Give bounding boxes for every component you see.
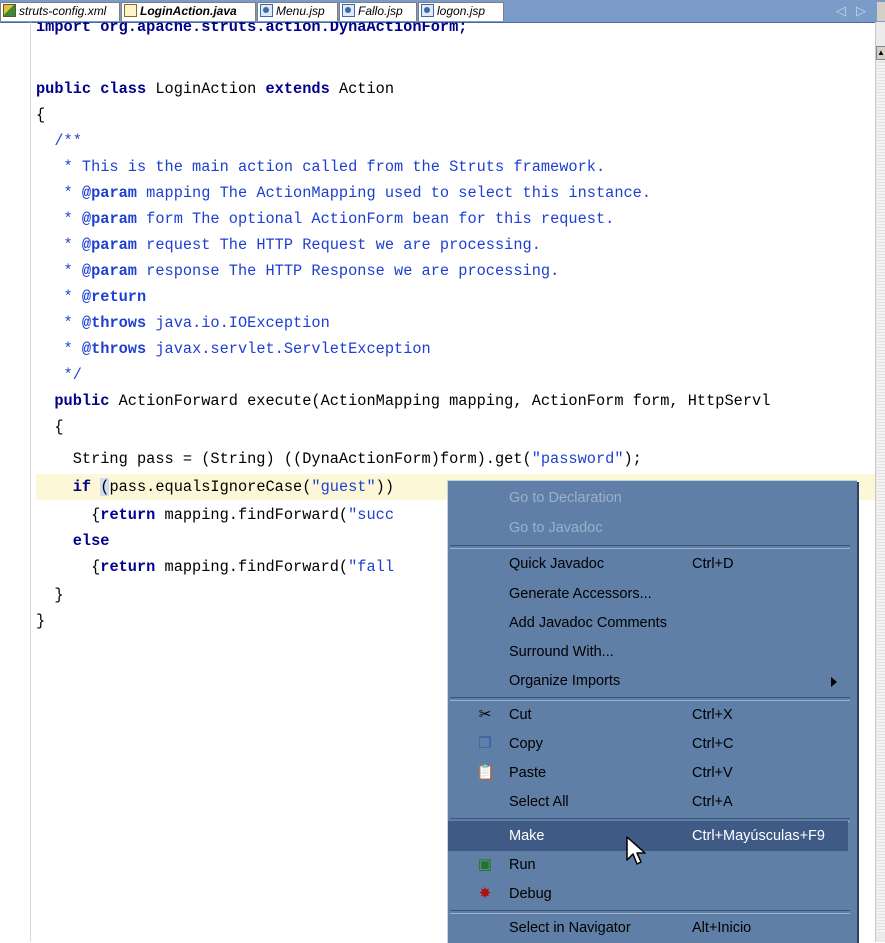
code-line: public ActionForward execute(ActionMappi… — [54, 392, 771, 410]
mouse-pointer-icon — [626, 836, 646, 865]
tab-label: Fallo.jsp — [358, 4, 403, 18]
scissors-icon: ✂ — [478, 706, 492, 723]
run-icon: ▣ — [477, 856, 493, 873]
tab-fallo[interactable]: Fallo.jsp — [339, 2, 417, 21]
submenu-arrow-icon — [831, 677, 837, 687]
code-line: } — [36, 586, 64, 604]
menu-item-go-to-javadoc[interactable]: Go to Javadoc — [448, 513, 848, 543]
scroll-tabs-right-icon[interactable]: ▷ — [856, 3, 866, 19]
code-line: } — [36, 612, 46, 630]
code-line: { — [36, 418, 64, 436]
code-line: * This is the main action called from th… — [36, 158, 606, 176]
menu-item-generate-accessors[interactable]: Generate Accessors... — [448, 579, 848, 609]
context-menu: Go to Declaration Go to Javadoc Quick Ja… — [447, 480, 857, 943]
code-line: import org.apache.struts.action.DynaActi… — [36, 22, 468, 36]
menu-item-quick-javadoc[interactable]: Quick Javadoc Ctrl+D — [448, 549, 848, 579]
jsp-file-icon — [342, 4, 355, 17]
scroll-tabs-left-icon[interactable]: ◁ — [836, 3, 846, 19]
tab-loginaction[interactable]: LoginAction.java — [121, 2, 256, 21]
xml-file-icon — [3, 4, 16, 17]
tab-label: struts-config.xml — [19, 4, 107, 18]
code-line: else — [72, 532, 110, 550]
code-line: { — [36, 106, 46, 124]
code-line: * @return — [36, 288, 147, 306]
jsp-file-icon — [421, 4, 434, 17]
code-line: if (pass.equalsIgnoreCase("guest")) — [72, 478, 395, 496]
code-line: public class LoginAction extends Action — [36, 80, 395, 98]
code-line: * @param form The optional ActionForm be… — [36, 210, 615, 228]
menu-item-run[interactable]: ▣ Run — [448, 850, 848, 880]
code-line: {return mapping.findForward("fall — [36, 558, 395, 576]
menu-item-surround-with[interactable]: Surround With... — [448, 637, 848, 667]
menu-item-add-javadoc-comments[interactable]: Add Javadoc Comments — [448, 608, 848, 638]
menu-item-copy[interactable]: ❐ Copy Ctrl+C — [448, 729, 848, 759]
menu-item-go-to-declaration[interactable]: Go to Declaration — [448, 483, 848, 513]
jsp-file-icon — [260, 4, 273, 17]
tab-logon[interactable]: logon.jsp — [418, 2, 504, 21]
scroll-up-icon[interactable]: ▲ — [876, 46, 885, 60]
code-line: * @param mapping The ActionMapping used … — [36, 184, 652, 202]
code-line: * @param response The HTTP Response we a… — [36, 262, 560, 280]
paste-icon: 📋 — [476, 764, 495, 781]
editor-gutter-margin — [30, 22, 31, 942]
code-line: String pass = (String) ((DynaActionForm)… — [36, 450, 642, 468]
tab-struts-config[interactable]: struts-config.xml — [0, 2, 120, 21]
menu-item-select-in-navigator[interactable]: Select in Navigator Alt+Inicio — [448, 913, 848, 943]
tab-label: LoginAction.java — [140, 4, 237, 18]
tab-menu[interactable]: Menu.jsp — [257, 2, 338, 21]
java-file-icon — [124, 4, 137, 17]
menu-item-paste[interactable]: 📋 Paste Ctrl+V — [448, 758, 848, 788]
tab-label: logon.jsp — [437, 4, 486, 18]
menu-item-debug[interactable]: ✸ Debug — [448, 879, 848, 909]
menu-item-organize-imports[interactable]: Organize Imports — [448, 666, 848, 696]
code-line: * @throws java.io.IOException — [36, 314, 330, 332]
tab-label: Menu.jsp — [276, 4, 325, 18]
scrollbar-thumb[interactable] — [877, 62, 885, 932]
copy-icon: ❐ — [478, 735, 492, 752]
menu-item-make[interactable]: Make Ctrl+Mayúsculas+F9 — [448, 821, 848, 851]
editor-tab-bar: struts-config.xml LoginAction.java Menu.… — [0, 0, 885, 23]
menu-item-select-all[interactable]: Select All Ctrl+A — [448, 787, 848, 817]
code-line: */ — [36, 366, 82, 384]
code-line: {return mapping.findForward("succ — [36, 506, 395, 524]
code-line: /** — [36, 132, 82, 150]
code-line: * @throws javax.servlet.ServletException — [36, 340, 431, 358]
tab-edge — [877, 2, 885, 21]
menu-item-cut[interactable]: ✂ Cut Ctrl+X — [448, 700, 848, 730]
code-line: * @param request The HTTP Request we are… — [36, 236, 541, 254]
bug-icon: ✸ — [478, 885, 492, 902]
vertical-scrollbar[interactable]: ▲ — [875, 22, 885, 942]
